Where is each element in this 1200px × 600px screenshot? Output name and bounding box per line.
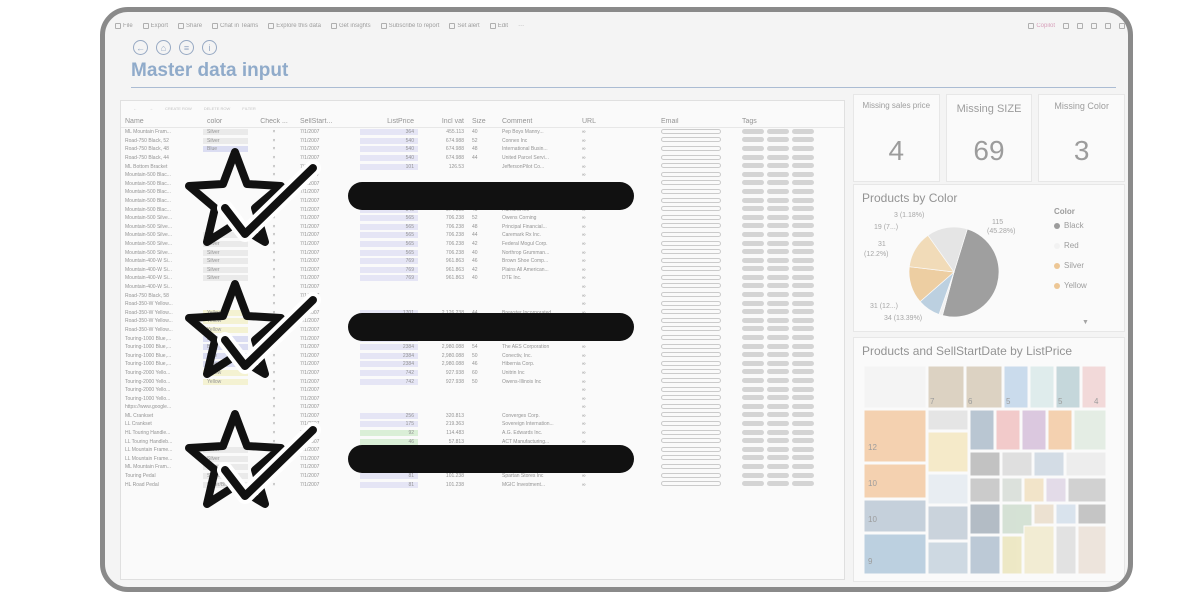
- star-check-icon: [185, 410, 321, 508]
- checklist-item-1: [185, 148, 634, 246]
- checklist-item-3: [185, 410, 634, 508]
- checklist-item-2: [185, 280, 634, 378]
- star-check-icon: [185, 280, 321, 378]
- star-check-icon: [185, 148, 321, 246]
- checklist-overlay: [185, 148, 634, 508]
